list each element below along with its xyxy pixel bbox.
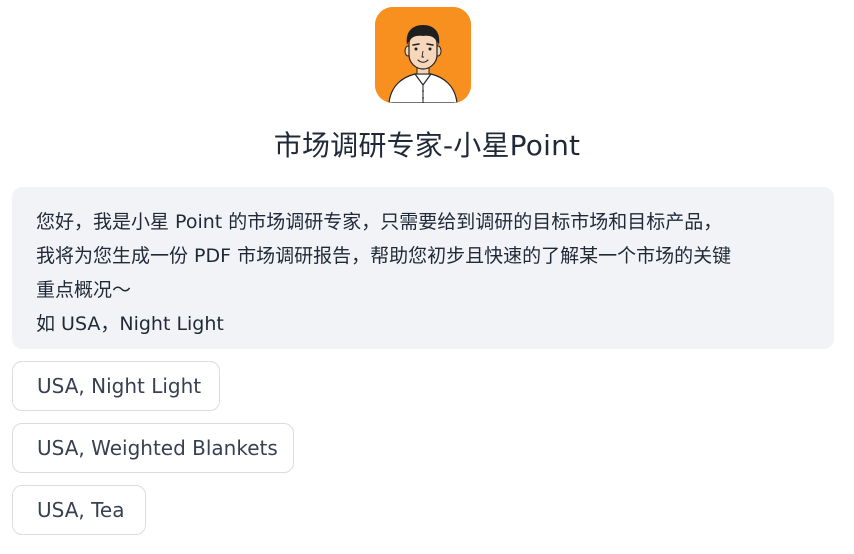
chat-welcome-screen: 市场调研专家-小星Point 您好，我是小星 Point 的市场调研专家，只需要…: [0, 0, 854, 554]
cartoon-man-avatar-icon: [375, 7, 471, 103]
intro-line: 如 USA，Night Light: [36, 313, 224, 335]
suggestion-button-weighted-blankets[interactable]: USA, Weighted Blankets: [12, 423, 294, 473]
intro-line: 您好，我是小星 Point 的市场调研专家，只需要给到调研的目标市场和目标产品，: [36, 211, 723, 233]
bot-name-title: 市场调研专家-小星Point: [273, 129, 581, 162]
suggestion-button-night-light[interactable]: USA, Night Light: [12, 361, 220, 411]
bot-avatar: [375, 7, 471, 103]
intro-message-bubble: 您好，我是小星 Point 的市场调研专家，只需要给到调研的目标市场和目标产品，…: [12, 187, 834, 349]
suggestion-button-tea[interactable]: USA, Tea: [12, 485, 146, 535]
intro-line: 我将为您生成一份 PDF 市场调研报告，帮助您初步且快速的了解某一个市场的关键: [36, 245, 732, 267]
intro-line: 重点概况～: [36, 279, 132, 301]
